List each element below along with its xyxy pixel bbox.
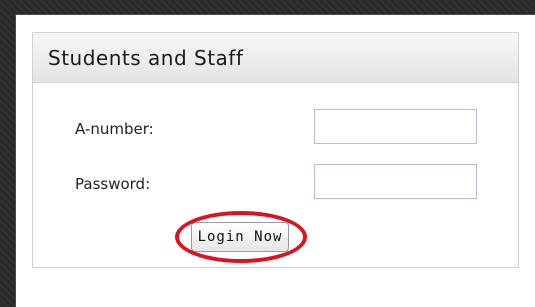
password-label: Password:: [75, 175, 151, 193]
login-now-button[interactable]: Login Now: [191, 222, 289, 252]
page-content: Students and Staff A-number: Password: L…: [15, 14, 535, 307]
anumber-label: A-number:: [75, 120, 154, 138]
login-panel-header: Students and Staff: [33, 33, 518, 83]
password-input[interactable]: [314, 164, 477, 199]
login-panel-title: Students and Staff: [48, 46, 244, 70]
login-panel: Students and Staff A-number: Password: L…: [32, 32, 519, 268]
anumber-input[interactable]: [314, 109, 477, 144]
